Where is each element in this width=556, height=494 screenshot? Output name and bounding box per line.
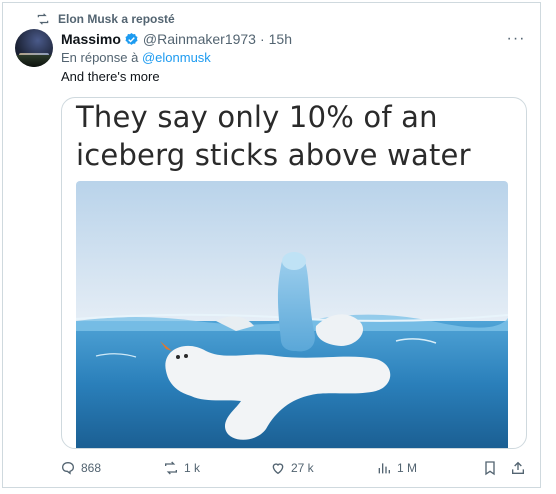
bookmark-button[interactable] <box>482 458 498 478</box>
views-button[interactable]: 1 M <box>376 458 417 478</box>
reply-context: En réponse à @elonmusk <box>61 50 211 65</box>
like-button[interactable]: 27 k <box>270 458 314 478</box>
tweet-actions: 868 1 k 27 k 1 M <box>0 458 556 478</box>
tweet-timestamp[interactable]: 15h <box>269 31 292 47</box>
views-count: 1 M <box>397 461 418 475</box>
verified-badge-icon <box>125 32 138 45</box>
heart-icon <box>272 463 284 475</box>
tweet-text: And there's more <box>61 69 160 84</box>
repost-banner: Elon Musk a reposté <box>36 10 175 28</box>
analytics-icon <box>378 463 390 474</box>
reply-button[interactable]: 868 <box>60 458 101 478</box>
repost-action-icon <box>165 461 177 475</box>
meme-photo <box>76 181 508 448</box>
like-count: 27 k <box>291 461 314 475</box>
author-name[interactable]: Massimo <box>61 31 121 47</box>
repost-icon <box>37 13 49 25</box>
meme-caption-line-2: iceberg sticks above water <box>76 138 471 172</box>
tweet-header: Massimo @Rainmaker1973 · 15h <box>61 29 292 49</box>
reply-prefix: En réponse à <box>61 50 139 65</box>
tweet-media[interactable]: They say only 10% of an iceberg sticks a… <box>61 97 527 449</box>
reply-icon <box>61 461 75 475</box>
repost-banner-text[interactable]: Elon Musk a reposté <box>58 12 175 26</box>
avatar[interactable] <box>15 29 53 67</box>
author-handle[interactable]: @Rainmaker1973 <box>143 31 256 47</box>
reply-mention-link[interactable]: @elonmusk <box>142 50 211 65</box>
meme-caption-line-1: They say only 10% of an <box>76 100 438 134</box>
reply-count: 868 <box>81 461 102 475</box>
repost-count: 1 k <box>184 461 201 475</box>
repost-button[interactable]: 1 k <box>163 458 200 478</box>
share-button[interactable] <box>510 458 526 478</box>
header-separator: · <box>259 31 265 47</box>
bookmark-icon <box>485 461 495 476</box>
share-icon <box>512 461 524 474</box>
more-options-icon[interactable]: ··· <box>506 29 526 49</box>
